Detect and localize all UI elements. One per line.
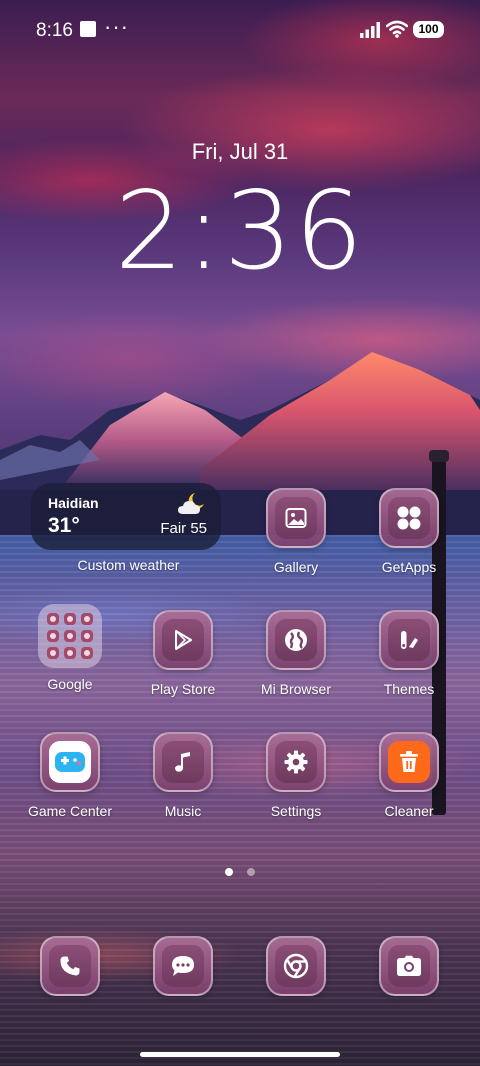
date-label: Fri, Jul 31 [191,139,289,164]
app-themes[interactable]: Themes [354,610,464,697]
app-game-center[interactable]: Game Center [15,732,125,819]
folder-mini-icon [64,630,76,642]
app-label: Themes [383,681,435,697]
weather-city: Haidian [48,495,99,511]
page-dot-active[interactable] [224,868,233,876]
folder-mini-icon [81,647,93,659]
phone-icon [60,956,80,976]
folder-mini-icon [64,613,76,625]
weather-condition: Fair 55 [160,520,207,537]
chrome-icon [283,953,309,979]
gear-icon [284,750,308,774]
app-music[interactable]: Music [128,732,238,819]
folder-mini-icon [47,647,59,659]
folder-mini-icon [81,630,93,642]
messages-icon [172,956,194,976]
google-folder-tile [38,604,102,668]
phone-tile [40,936,100,996]
folder-mini-icon [47,630,59,642]
weather-widget-label: Custom weather [77,557,180,573]
page-indicator [0,863,480,881]
settings-tile [266,732,326,792]
app-getapps[interactable]: GetApps [354,488,464,575]
home-gesture-bar[interactable] [140,1052,340,1057]
getapps-tile [379,488,439,548]
themes-icon [401,631,418,649]
gamepad-icon [55,752,85,772]
app-label: Mi Browser [260,681,331,697]
themes-tile [379,610,439,670]
messages-tile [153,936,213,996]
camera-tile [379,936,439,996]
folder-mini-icon [47,613,59,625]
getapps-icon [397,506,421,530]
weather-widget[interactable]: Haidian 31° Fair 55 [31,483,221,550]
battery-icon: 100 [413,21,444,38]
notification-square-icon [80,21,96,37]
gallery-icon [285,508,307,528]
folder-google[interactable]: Google [15,604,125,692]
folder-mini-icon [81,613,93,625]
app-play-store[interactable]: Play Store [128,610,238,697]
notification-overflow: ··· [104,14,129,39]
app-label: Settings [270,803,322,819]
dock-phone[interactable] [15,936,125,996]
music-tile [153,732,213,792]
app-label: Cleaner [384,803,434,819]
clock-time[interactable]: 2:36 [0,172,480,292]
dock-chrome[interactable] [241,936,351,996]
dock-camera[interactable] [354,936,464,996]
signal-icon [360,22,380,38]
cleaner-tile [379,732,439,792]
app-label: Game Center [27,803,113,819]
partly-cloudy-night-icon [178,493,204,514]
wifi-icon [386,20,408,38]
app-settings[interactable]: Settings [241,732,351,819]
play-store-icon [175,630,192,650]
dock-messages[interactable] [128,936,238,996]
app-cleaner[interactable]: Cleaner [354,732,464,819]
app-label: GetApps [381,559,437,575]
page-dot[interactable] [247,868,256,876]
game-center-tile [40,732,100,792]
app-gallery[interactable]: Gallery [241,488,351,575]
camera-icon [397,955,421,976]
status-bar: 8:16 ··· 100 [0,0,480,60]
folder-mini-icon [64,647,76,659]
trash-icon [400,751,418,772]
app-label: Music [164,803,202,819]
play-store-tile [153,610,213,670]
dock-post-cap [429,450,449,462]
gallery-tile [266,488,326,548]
weather-temperature: 31° [48,514,80,537]
app-label: Gallery [273,559,319,575]
status-time: 8:16 [36,20,73,41]
app-mi-browser[interactable]: Mi Browser [241,610,351,697]
mi-browser-tile [266,610,326,670]
globe-icon [285,629,307,651]
chrome-tile [266,936,326,996]
music-note-icon [175,752,190,772]
app-label: Play Store [150,681,216,697]
app-label: Google [47,676,93,692]
